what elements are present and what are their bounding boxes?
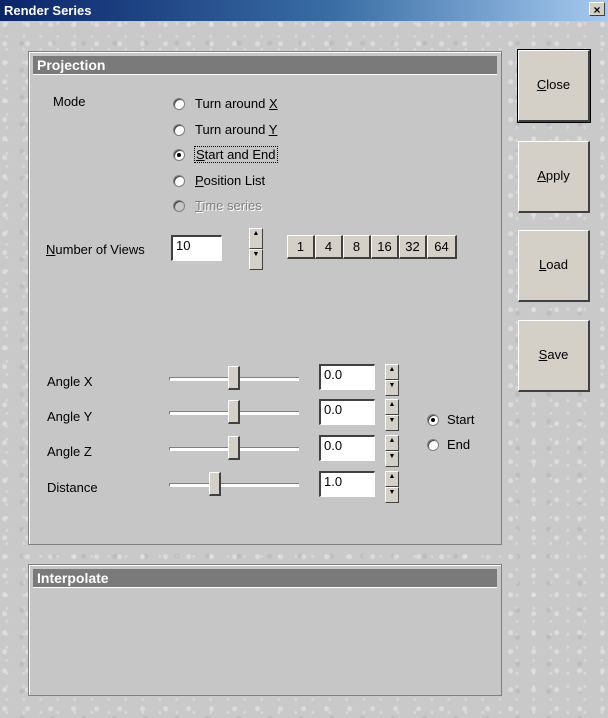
number-of-views-input[interactable]: 10 bbox=[171, 235, 222, 261]
angle-x-slider-thumb[interactable] bbox=[228, 366, 240, 390]
distance-spinner[interactable]: ▲ ▼ bbox=[385, 471, 399, 503]
endpoint-end-label: End bbox=[447, 437, 471, 452]
radio-icon bbox=[427, 439, 439, 451]
mode-option-label: Start and End bbox=[194, 146, 278, 163]
title-bar: Render Series × bbox=[0, 0, 608, 21]
mode-label: Mode bbox=[53, 94, 86, 109]
radio-icon bbox=[173, 124, 185, 136]
spin-down-icon[interactable]: ▼ bbox=[385, 380, 399, 396]
mode-option[interactable]: Turn around X bbox=[173, 96, 313, 114]
radio-icon bbox=[173, 175, 185, 187]
distance-slider-thumb[interactable] bbox=[208, 472, 221, 496]
spin-up-icon[interactable]: ▲ bbox=[385, 364, 399, 380]
distance-input[interactable]: 1.0 bbox=[319, 471, 375, 497]
load-button[interactable]: Load bbox=[518, 230, 590, 302]
mode-option-label: Position List bbox=[195, 173, 266, 188]
number-of-views-spinner[interactable]: ▲ ▼ bbox=[249, 228, 263, 270]
angle-y-spinner[interactable]: ▲ ▼ bbox=[385, 399, 399, 431]
apply-button[interactable]: Apply bbox=[518, 141, 590, 213]
mode-option[interactable]: Start and End bbox=[173, 146, 313, 165]
mode-option-label: Turn around X bbox=[195, 96, 278, 111]
angle-z-input[interactable]: 0.0 bbox=[319, 435, 375, 461]
endpoint-start-option[interactable]: Start bbox=[427, 412, 497, 430]
mode-option: Time series bbox=[173, 198, 313, 216]
spin-down-icon[interactable]: ▼ bbox=[385, 415, 399, 431]
views-preset-button[interactable]: 1 bbox=[287, 235, 315, 259]
views-preset-button[interactable]: 64 bbox=[427, 235, 457, 259]
number-of-views-label: Number of Views bbox=[46, 242, 145, 257]
views-preset-button[interactable]: 4 bbox=[315, 235, 343, 259]
radio-icon bbox=[427, 414, 439, 426]
angle-z-label: Angle Z bbox=[47, 444, 92, 459]
mode-option-label: Time series bbox=[195, 198, 262, 213]
angle-x-label: Angle X bbox=[47, 374, 93, 389]
close-icon: × bbox=[593, 3, 601, 17]
spin-up-icon[interactable]: ▲ bbox=[385, 399, 399, 415]
spin-up-icon[interactable]: ▲ bbox=[385, 435, 399, 451]
window-close-button[interactable]: × bbox=[589, 2, 605, 17]
window-title: Render Series bbox=[4, 3, 92, 18]
distance-label: Distance bbox=[47, 480, 98, 495]
interpolate-header: Interpolate bbox=[33, 569, 497, 588]
save-button[interactable]: Save bbox=[518, 320, 590, 392]
mode-option[interactable]: Position List bbox=[173, 173, 313, 191]
close-button[interactable]: Close bbox=[517, 49, 591, 123]
endpoint-end-option[interactable]: End bbox=[427, 437, 497, 455]
angle-x-spinner[interactable]: ▲ ▼ bbox=[385, 364, 399, 396]
projection-header: Projection bbox=[33, 56, 497, 75]
projection-panel: Projection Mode Turn around X Turn aroun… bbox=[28, 51, 502, 545]
spin-down-icon[interactable]: ▼ bbox=[385, 487, 399, 503]
angle-y-input[interactable]: 0.0 bbox=[319, 399, 375, 425]
distance-slider-track[interactable] bbox=[169, 483, 299, 487]
angle-y-slider-thumb[interactable] bbox=[228, 400, 240, 424]
views-preset-button[interactable]: 16 bbox=[371, 235, 399, 259]
spin-down-icon[interactable]: ▼ bbox=[385, 451, 399, 467]
views-preset-button[interactable]: 32 bbox=[399, 235, 427, 259]
mode-option-label: Turn around Y bbox=[195, 122, 278, 137]
angle-x-input[interactable]: 0.0 bbox=[319, 364, 375, 390]
views-preset-button[interactable]: 8 bbox=[343, 235, 371, 259]
angle-z-spinner[interactable]: ▲ ▼ bbox=[385, 435, 399, 467]
interpolate-panel: Interpolate bbox=[28, 564, 502, 696]
angle-y-label: Angle Y bbox=[47, 409, 93, 424]
radio-icon bbox=[173, 200, 185, 212]
spin-up-icon[interactable]: ▲ bbox=[249, 228, 263, 249]
spin-up-icon[interactable]: ▲ bbox=[385, 471, 399, 487]
mode-option[interactable]: Turn around Y bbox=[173, 122, 313, 140]
spin-down-icon[interactable]: ▼ bbox=[249, 249, 263, 270]
angle-z-slider-thumb[interactable] bbox=[228, 436, 240, 460]
radio-icon bbox=[173, 98, 185, 110]
endpoint-start-label: Start bbox=[447, 412, 475, 427]
radio-icon bbox=[173, 149, 185, 161]
